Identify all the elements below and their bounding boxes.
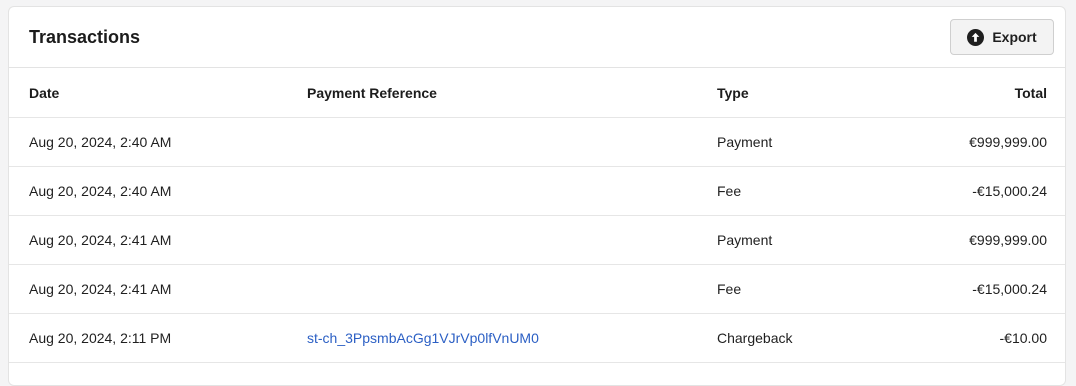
cell-total: -€10.00 [947, 313, 1065, 363]
table-row[interactable]: Aug 20, 2024, 2:40 AM Payment €999,999.0… [9, 117, 1065, 167]
cell-total: -€15,000.24 [947, 264, 1065, 314]
cell-type: Payment [697, 117, 947, 167]
cell-date: Aug 20, 2024, 2:11 PM [9, 313, 287, 363]
transactions-card: Transactions Export Date Payment Referen… [8, 6, 1066, 386]
export-label: Export [992, 29, 1037, 45]
column-header-type[interactable]: Type [697, 68, 947, 118]
card-header: Transactions Export [9, 7, 1065, 68]
column-header-total[interactable]: Total [947, 68, 1065, 118]
table-row[interactable]: Aug 20, 2024, 2:41 AM Payment €999,999.0… [9, 215, 1065, 265]
cell-total: €999,999.00 [947, 117, 1065, 167]
table-row[interactable]: Aug 20, 2024, 2:41 AM Fee -€15,000.24 [9, 264, 1065, 314]
payment-reference-link[interactable]: st-ch_3PpsmbAcGg1VJrVp0lfVnUM0 [307, 330, 539, 346]
cell-type: Chargeback [697, 313, 947, 363]
cell-reference: st-ch_3PpsmbAcGg1VJrVp0lfVnUM0 [287, 313, 697, 363]
cell-reference [287, 215, 697, 265]
cell-reference [287, 117, 697, 167]
cell-total: €999,999.00 [947, 215, 1065, 265]
export-button[interactable]: Export [950, 19, 1054, 55]
cell-date: Aug 20, 2024, 2:41 AM [9, 215, 287, 265]
column-header-date[interactable]: Date [9, 68, 287, 118]
cell-type: Fee [697, 166, 947, 216]
cell-date: Aug 20, 2024, 2:41 AM [9, 264, 287, 314]
table-header-row: Date Payment Reference Type Total [9, 68, 1065, 118]
cell-reference [287, 264, 697, 314]
table-row[interactable]: Aug 20, 2024, 2:11 PM st-ch_3PpsmbAcGg1V… [9, 313, 1065, 363]
column-header-payment-reference[interactable]: Payment Reference [287, 68, 697, 118]
table-row[interactable]: Aug 20, 2024, 2:40 AM Fee -€15,000.24 [9, 166, 1065, 216]
cell-type: Payment [697, 215, 947, 265]
cell-date: Aug 20, 2024, 2:40 AM [9, 166, 287, 216]
cell-reference [287, 166, 697, 216]
cell-total: -€15,000.24 [947, 166, 1065, 216]
cell-date: Aug 20, 2024, 2:40 AM [9, 117, 287, 167]
transactions-table: Date Payment Reference Type Total Aug 20… [9, 68, 1065, 363]
cell-type: Fee [697, 264, 947, 314]
page-title: Transactions [29, 26, 141, 47]
upload-arrow-circle-icon [967, 28, 985, 46]
